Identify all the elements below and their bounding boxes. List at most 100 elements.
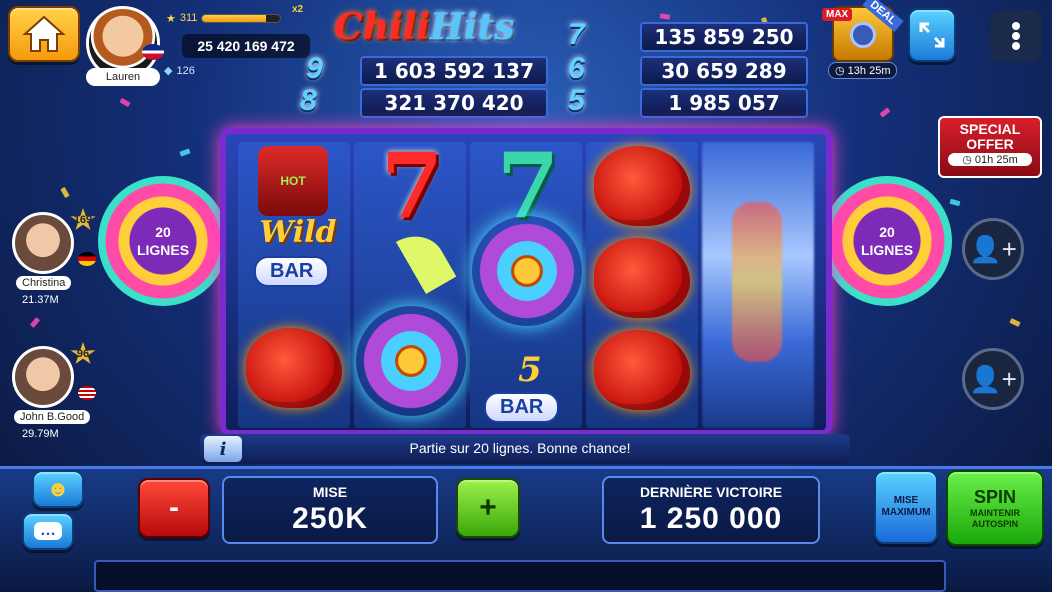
xp-row: ★ 311 <box>166 10 306 26</box>
bar5-number: 5 <box>518 350 542 390</box>
player-name: Christina <box>16 276 72 290</box>
jackpot-number: 8 <box>300 84 317 117</box>
hot-wild-symbol: HOT <box>258 146 328 216</box>
spin-button[interactable]: SPIN MAINTENIR AUTOSPIN <box>946 470 1044 546</box>
jackpot-value: 1 603 592 137 <box>360 56 548 86</box>
player-level-badge: 96 <box>70 342 96 364</box>
reel-frame: HOT Wild BAR 7 7 5 BAR <box>220 128 832 436</box>
hot-label: HOT <box>280 174 306 188</box>
max-bet-button[interactable]: MISE MAXIMUM <box>874 470 938 544</box>
paylines-label-right: 20 LIGNES <box>860 223 914 258</box>
special-offer-title: SPECIAL OFFER <box>940 122 1040 151</box>
vault-icon <box>850 22 876 48</box>
player-card-1[interactable]: 169 Christina 21.37M <box>12 208 96 312</box>
usa-flag-icon <box>78 386 96 400</box>
jackpot-number: 6 <box>568 52 585 85</box>
paylines-flower-left: 20 LIGNES <box>98 176 228 306</box>
expand-icon <box>919 22 945 48</box>
paylines-label-left: 20 LIGNES <box>136 223 190 258</box>
decrease-bet-button[interactable]: - <box>138 478 210 538</box>
star-icon: ★ <box>166 12 176 25</box>
paytable-info-button[interactable]: i <box>204 436 242 462</box>
bet-value: 250K <box>292 502 368 535</box>
menu-button[interactable] <box>990 10 1042 62</box>
xp-bar <box>201 13 282 23</box>
jackpot-value: 135 859 250 <box>640 22 808 52</box>
jackpot-number: 5 <box>568 84 585 117</box>
logo-chili: Chili <box>334 6 430 48</box>
deal-max-tag: MAX <box>822 8 853 21</box>
player-level: 311 <box>179 12 198 24</box>
gem-count: 126 <box>176 64 195 77</box>
chat-icon: … <box>34 522 62 540</box>
xp-multiplier-badge: x2 <box>292 4 304 15</box>
home-icon <box>22 15 66 52</box>
xp-fill <box>202 14 267 22</box>
reel-1: HOT Wild BAR <box>238 142 350 428</box>
player-level-badge: 169 <box>70 208 96 230</box>
coin-balance[interactable]: 25 420 169 472 <box>182 34 310 58</box>
bet-label: MISE <box>312 484 348 500</box>
spin-sub1: MAINTENIR <box>970 507 1020 518</box>
bar5-symbol: BAR <box>484 392 560 423</box>
add-friend-button[interactable]: 👤+ <box>962 218 1024 280</box>
special-offer-timer-text: 01h 25m <box>974 154 1018 167</box>
special-offer-button[interactable]: SPECIAL OFFER ◷ 01h 25m <box>938 116 1042 178</box>
reel-4 <box>586 142 698 428</box>
pinata-symbol <box>472 216 582 326</box>
gem-row: ◆ 126 <box>164 64 195 78</box>
special-offer-timer: ◷ 01h 25m <box>948 153 1032 167</box>
uk-flag-icon <box>142 44 164 60</box>
player-coins: 21.37M <box>22 294 59 306</box>
avatar <box>12 346 74 408</box>
home-button[interactable] <box>8 6 80 62</box>
last-win-label: DERNIÈRE VICTOIRE <box>639 484 783 500</box>
avatar <box>12 212 74 274</box>
last-win-value: 1 250 000 <box>639 502 783 535</box>
bar-symbol: BAR <box>254 256 330 287</box>
spin-sub2: AUTOSPIN <box>971 518 1019 529</box>
jackpot-value: 321 370 420 <box>360 88 548 118</box>
spin-label: SPIN <box>973 486 1016 507</box>
jackpot-number: 7 <box>568 18 585 51</box>
special-offer-line1: SPECIAL <box>959 121 1021 137</box>
chili-symbol <box>594 238 690 318</box>
deal-timer-text: 13h 25m <box>847 65 891 77</box>
bet-panel: MISE 250K <box>222 476 438 544</box>
paylines-flower-right: 20 LIGNES <box>822 176 952 306</box>
player-coins: 29.79M <box>22 428 59 440</box>
fullscreen-button[interactable] <box>908 8 956 62</box>
more-vertical-icon <box>1012 22 1020 50</box>
last-win-panel: DERNIÈRE VICTOIRE 1 250 000 <box>602 476 820 544</box>
logo-hits: Hits <box>429 6 515 48</box>
seven-symbol: 7 <box>380 133 444 239</box>
special-offer-line2: OFFER <box>966 135 1014 152</box>
clock-icon: ◷ <box>962 154 972 167</box>
chili-symbol <box>594 330 690 410</box>
game-logo: Chili Hits <box>334 4 520 50</box>
jackpot-value: 30 659 289 <box>640 56 808 86</box>
chili-symbol <box>594 146 690 226</box>
player-name: Lauren <box>86 68 160 86</box>
germany-flag-icon <box>78 252 96 266</box>
reel-2: 7 <box>354 133 466 428</box>
increase-bet-button[interactable]: + <box>456 478 520 538</box>
emoji-button[interactable]: ☻ <box>32 470 84 508</box>
max-bet-line1: MISE <box>893 495 919 506</box>
reel-3: 7 5 BAR <box>470 133 582 428</box>
info-message: Partie sur 20 lignes. Bonne chance! <box>409 440 631 456</box>
pinata-symbol <box>356 306 466 416</box>
add-friend-button[interactable]: 👤+ <box>962 348 1024 410</box>
add-user-icon: 👤+ <box>969 363 1017 394</box>
player-name: John B.Good <box>14 410 91 424</box>
smiley-icon: ☻ <box>46 476 70 501</box>
player-card-2[interactable]: 96 John B.Good 29.79M <box>12 342 96 446</box>
chat-button[interactable]: … <box>22 512 74 550</box>
deal-timer: ◷ 13h 25m <box>828 62 898 79</box>
add-user-icon: 👤+ <box>969 233 1017 264</box>
wild-label: Wild <box>259 214 337 250</box>
blurred-symbols <box>732 202 782 362</box>
max-bet-line2: MAXIMUM <box>881 507 931 518</box>
reel-5-spinning <box>702 142 814 428</box>
chili-symbol <box>246 328 342 408</box>
